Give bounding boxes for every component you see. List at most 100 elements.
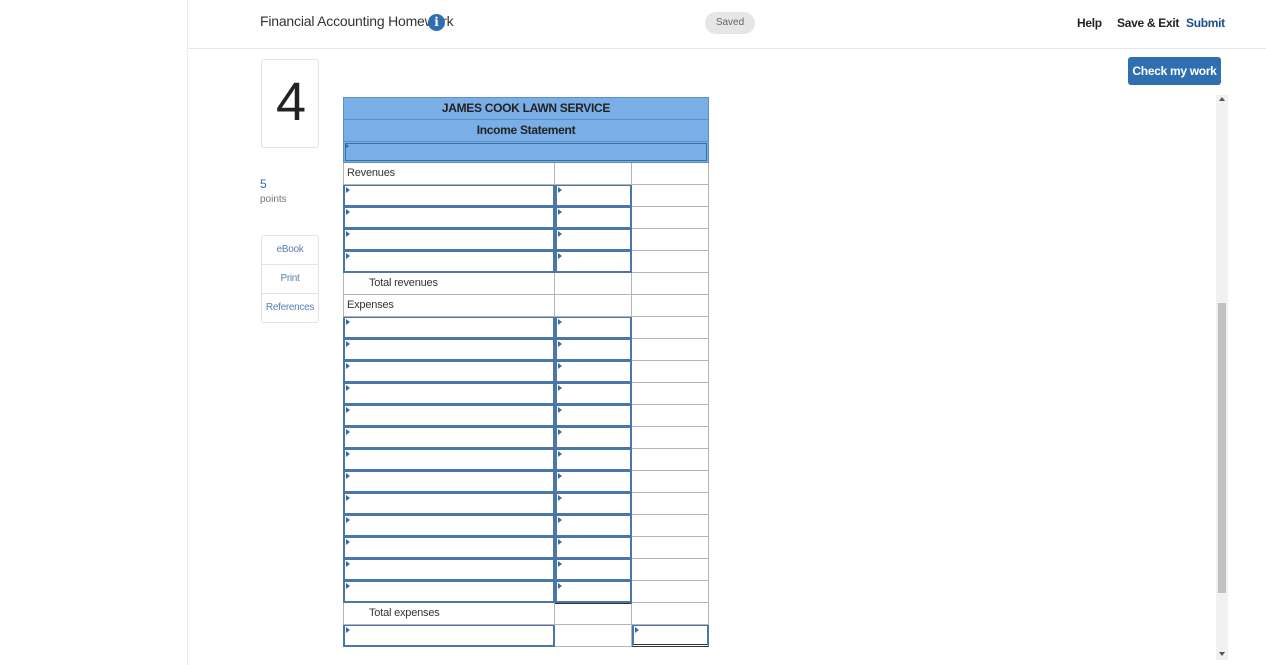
account-name-input[interactable] [343,207,555,229]
info-icon[interactable]: i [428,14,445,31]
question-number: 4 [275,72,307,132]
dropdown-marker-icon [558,407,562,413]
dropdown-marker-icon [558,451,562,457]
dropdown-marker-icon [345,143,349,149]
amount-input[interactable] [555,207,632,229]
amount-cell [555,295,632,317]
total-cell [632,427,709,449]
amount-input[interactable] [555,581,632,603]
account-name-input[interactable] [343,493,555,515]
total-cell [632,537,709,559]
print-link[interactable]: Print [262,265,318,294]
account-name-input[interactable] [343,471,555,493]
net-income-label-input[interactable] [343,625,555,647]
account-name-input[interactable] [343,229,555,251]
amount-cell [555,163,632,185]
account-name-input[interactable] [343,383,555,405]
dropdown-marker-icon [346,627,350,633]
total-cell [632,317,709,339]
total-input[interactable] [632,603,709,625]
amount-input[interactable] [555,361,632,383]
points-label: points [260,194,287,205]
account-name-input[interactable] [343,361,555,383]
expense-line [343,317,709,339]
account-name-input[interactable] [343,251,555,273]
total-cell [632,251,709,273]
revenue-line [343,229,709,251]
account-name-input[interactable] [343,317,555,339]
account-name-input[interactable] [343,405,555,427]
account-name-input[interactable] [343,339,555,361]
amount-input[interactable] [555,405,632,427]
amount-input[interactable] [555,185,632,207]
total-cell [632,339,709,361]
dropdown-marker-icon [346,341,350,347]
total-cell [632,207,709,229]
amount-input[interactable] [555,317,632,339]
account-name-input[interactable] [343,581,555,603]
vertical-scrollbar[interactable] [1216,95,1228,660]
dropdown-marker-icon [346,407,350,413]
dropdown-marker-icon [558,231,562,237]
help-link[interactable]: Help [1077,16,1102,30]
row-label: Revenues [347,167,395,179]
net-income-amount-input[interactable] [632,625,709,647]
total-cell [632,185,709,207]
amount-input[interactable] [555,339,632,361]
scroll-up-arrow-icon[interactable] [1219,97,1225,101]
amount-input[interactable] [555,515,632,537]
amount-input[interactable] [555,537,632,559]
expense-line [343,449,709,471]
total-input[interactable] [632,273,709,295]
save-exit-link[interactable]: Save & Exit [1117,16,1179,30]
dropdown-marker-icon [346,385,350,391]
scroll-thumb[interactable] [1218,303,1226,593]
account-name-input[interactable] [343,559,555,581]
total-cell [632,559,709,581]
period-dropdown[interactable] [343,141,709,163]
amount-input[interactable] [555,471,632,493]
account-name-input[interactable] [343,427,555,449]
check-my-work-button[interactable]: Check my work [1128,57,1221,85]
amount-input[interactable] [555,559,632,581]
total-cell [632,361,709,383]
total-cell [632,581,709,603]
account-name-input[interactable] [343,185,555,207]
row-label-cell: Expenses [343,295,555,317]
dropdown-marker-icon [346,363,350,369]
expense-line [343,339,709,361]
dropdown-marker-icon [346,231,350,237]
amount-input[interactable] [555,383,632,405]
assignment-title: Financial Accounting Homework [260,13,454,29]
expense-line [343,515,709,537]
income-statement-worksheet: JAMES COOK LAWN SERVICE Income Statement… [343,97,709,647]
ebook-link[interactable]: eBook [262,236,318,265]
dropdown-marker-icon [558,539,562,545]
amount-input[interactable] [555,229,632,251]
row-label-cell: Revenues [343,163,555,185]
amount-input[interactable] [555,493,632,515]
revenue-line [343,207,709,229]
question-number-card: 4 [261,59,319,148]
homework-app: Financial Accounting Homework i Saved He… [187,0,1266,665]
amount-input[interactable] [555,427,632,449]
amount-input[interactable] [555,251,632,273]
points-value: 5 [260,177,267,191]
amount-input[interactable] [555,449,632,471]
account-name-input[interactable] [343,537,555,559]
references-link[interactable]: References [262,294,318,322]
submit-link[interactable]: Submit [1186,16,1225,30]
total-revenues-row: Total revenues [343,273,709,295]
amount-cell [555,273,632,295]
account-name-input[interactable] [343,515,555,537]
total-cell [632,471,709,493]
dropdown-marker-icon [558,473,562,479]
revenue-line [343,251,709,273]
dropdown-marker-icon [346,561,350,567]
row-label: Total revenues [369,277,438,289]
account-name-input[interactable] [343,449,555,471]
dropdown-marker-icon [558,429,562,435]
scroll-down-arrow-icon[interactable] [1219,652,1225,656]
total-cell [632,493,709,515]
dropdown-marker-icon [558,495,562,501]
